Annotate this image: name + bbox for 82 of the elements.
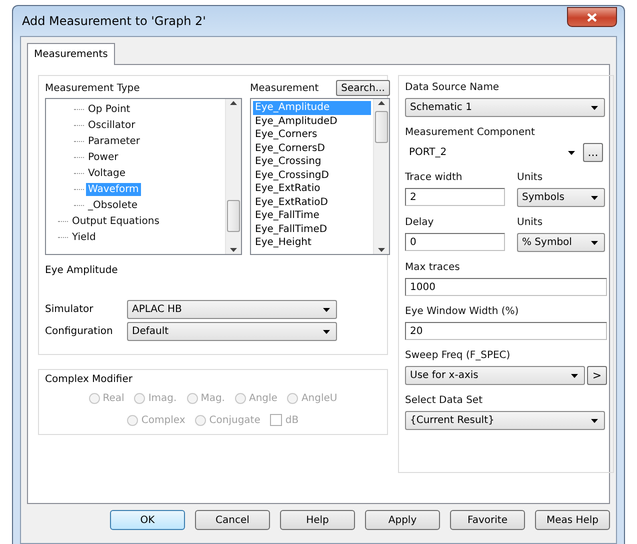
dialog-button[interactable]: OK [110,510,185,530]
list-item[interactable]: Eye_Crossing [253,155,371,168]
measurement-description: Eye Amplitude [45,265,119,276]
option-label: Real [102,393,124,404]
list-label: Measurement Type [45,82,140,94]
dropdown[interactable]: % Symbol [517,233,605,252]
dropdown-arrow-icon [323,308,330,312]
option-label: Imag. [148,393,177,404]
list-label: Measurement [250,82,319,94]
dropdown-arrow-icon [568,150,575,154]
scroll-up-icon [378,101,385,105]
scroll-bar[interactable] [225,99,241,254]
window-title: Add Measurement to 'Graph 2' [21,14,206,28]
list-item[interactable]: Eye_CornersD [253,142,371,155]
dialog-button[interactable]: Apply [365,510,440,530]
field-label: Measurement Component [405,127,536,138]
list-item[interactable]: Eye_CrossingD [253,168,371,182]
dialog-button[interactable]: Help [280,510,355,530]
dropdown[interactable]: Use for x-axis [405,366,585,385]
field-label: Units [517,217,543,228]
field-label: Simulator [45,304,94,315]
dropdown-arrow-icon [591,196,598,200]
tree-item[interactable]: Output Equations [70,214,162,228]
list-item[interactable]: Eye_FallTimeD [253,222,371,236]
dialog-button[interactable]: Meas Help [535,510,610,530]
dropdown-arrow-icon [591,418,598,422]
next-button[interactable]: > [587,366,607,385]
input-field[interactable]: 0 [405,233,505,251]
tree-item[interactable]: Oscillator [86,118,138,132]
tree-item[interactable]: _Obsolete [86,198,140,212]
field-label: Eye Window Width (%) [405,306,520,317]
scroll-down-icon [378,248,385,252]
option-label: AngleU [301,393,338,404]
field-label: Max traces [405,262,461,273]
dropdown[interactable]: Schematic 1 [405,98,605,117]
scroll-down-icon [230,248,237,252]
dropdown-arrow-icon [571,374,578,378]
browse-button[interactable]: ... [583,143,603,162]
field-label: Trace width [405,172,462,183]
list-item[interactable]: Eye_Corners [253,128,371,142]
scroll-thumb[interactable] [227,200,240,232]
dropdown[interactable]: {Current Result} [405,411,605,430]
input-field[interactable]: 20 [405,322,607,340]
tab[interactable]: Measurements [27,43,115,65]
dropdown[interactable]: Default [127,322,337,341]
input-field[interactable]: 1000 [405,278,607,296]
list-item[interactable]: Eye_AmplitudeD [253,114,371,128]
option-label: dB [285,414,299,426]
dialog-button[interactable]: Cancel [195,510,270,530]
option-label: Angle [248,393,278,404]
tree-item[interactable]: Parameter [86,134,142,148]
tree-item[interactable]: Voltage [86,166,128,180]
option-label: Conjugate [209,414,260,426]
list-item[interactable]: Eye_ExtRatioD [253,196,371,209]
list-item[interactable]: Eye_ExtRatio [253,182,371,196]
option-label: Mag. [200,393,225,404]
field-label: Sweep Freq (F_SPEC) [405,350,512,361]
search-button[interactable]: Search... [336,80,390,96]
tree-item[interactable]: Yield [70,230,98,244]
close-icon [587,12,597,22]
field-label: Units [517,172,543,183]
option-label: Complex [141,414,186,426]
field-label: Delay [405,217,434,228]
dropdown-arrow-icon [323,330,330,334]
scroll-thumb[interactable] [375,111,388,143]
tree-item[interactable]: Op Point [86,102,132,116]
field-label: Select Data Set [405,395,484,406]
list-item[interactable]: Eye_Height [253,236,371,250]
dropdown-arrow-icon [591,106,598,110]
group-title: Complex Modifier [45,374,134,385]
list-item[interactable]: Eye_FallTime [253,209,371,222]
dropdown[interactable]: APLAC HB [127,300,337,319]
field-label: Configuration [45,326,114,337]
dropdown[interactable]: Symbols [517,188,605,207]
close-button[interactable] [567,7,617,27]
scroll-up-icon [230,101,237,105]
scroll-bar[interactable] [373,99,389,254]
dialog-button[interactable]: Favorite [450,510,525,530]
tree-item[interactable]: Power [86,150,120,164]
dropdown-arrow-icon [591,240,598,244]
input-field[interactable]: 2 [405,188,505,206]
field-label: Data Source Name [405,82,500,93]
